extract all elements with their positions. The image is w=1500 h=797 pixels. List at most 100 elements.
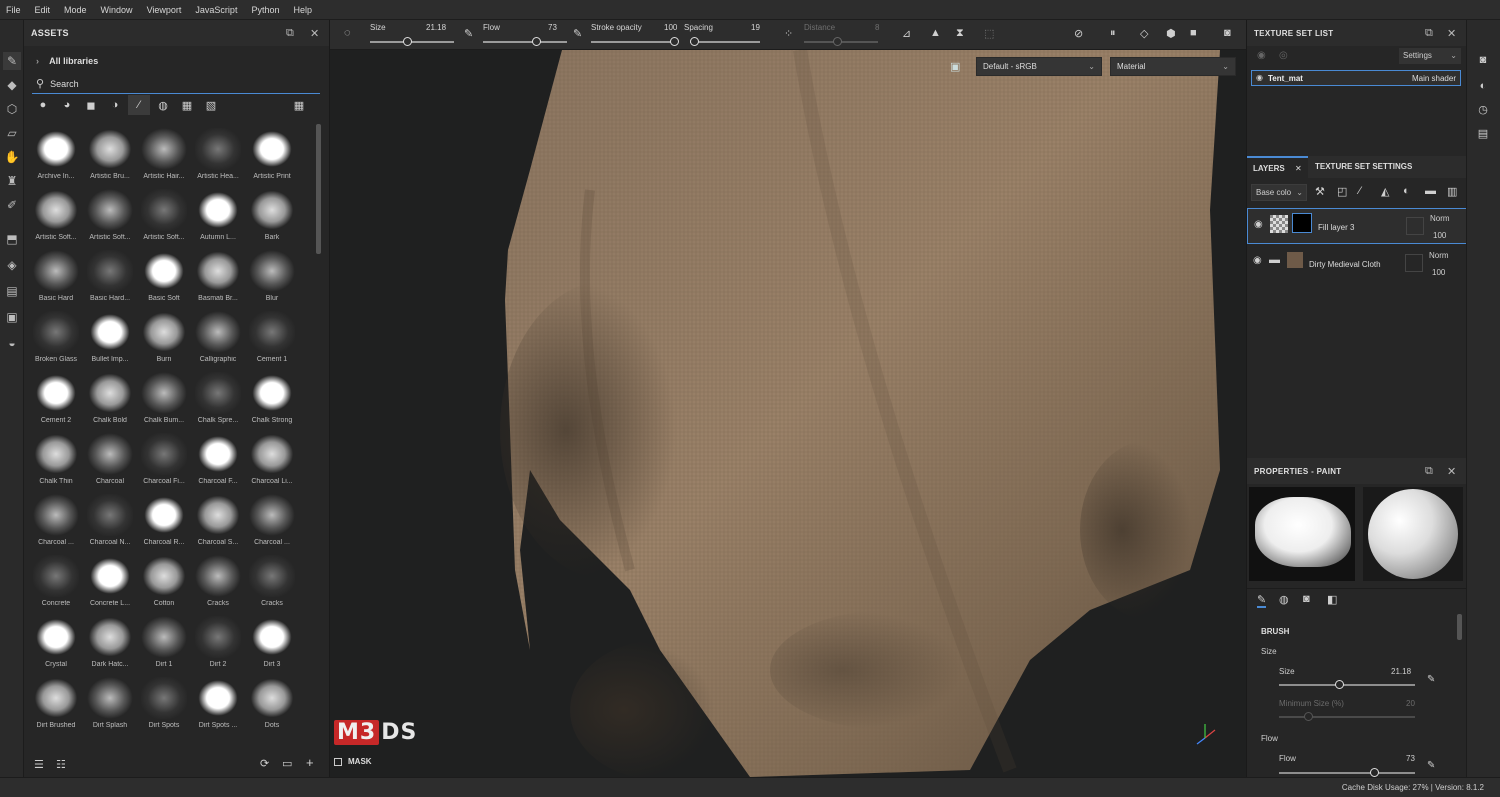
properties-scrollbar[interactable] <box>1457 614 1462 640</box>
stroke-opacity-value[interactable]: 100 <box>664 23 677 32</box>
angle-icon[interactable]: ⊿ <box>902 27 911 40</box>
shader-name[interactable]: Main shader <box>1412 74 1456 83</box>
clone-stamp-icon[interactable]: ♜ <box>3 172 21 190</box>
paint-brush-icon[interactable]: ✎ <box>3 52 21 70</box>
prop-size-handle[interactable] <box>1335 680 1344 689</box>
brush-shape-icon[interactable]: ◌ <box>344 27 351 39</box>
folder-icon[interactable]: ▭ <box>282 757 292 770</box>
brush-item[interactable]: Dirt 3 <box>246 612 299 673</box>
smudge-icon[interactable]: ✋ <box>3 148 21 166</box>
color-picker-icon[interactable]: ✐ <box>3 196 21 214</box>
filter-mask-icon[interactable]: ◼ <box>80 95 102 115</box>
filter-environment-icon[interactable]: ▧ <box>200 95 222 115</box>
tab-layers[interactable]: LAYERS ✕ <box>1247 156 1308 178</box>
material-tab-icon[interactable]: ◧ <box>1327 593 1337 606</box>
close-icon[interactable]: ✕ <box>1295 164 1302 173</box>
symmetry-icon[interactable]: ▲ <box>930 27 941 39</box>
projection-icon[interactable]: ⬡ <box>3 100 21 118</box>
brush-item[interactable]: Artistic Soft... <box>30 185 83 246</box>
text-icon[interactable]: ▣ <box>3 308 21 326</box>
brush-item[interactable]: Basmati Br... <box>192 246 245 307</box>
brush-item[interactable]: Basic Hard <box>30 246 83 307</box>
texture-set-icon[interactable]: ◙ <box>1475 52 1491 68</box>
brush-item[interactable]: Dirt Brushed <box>30 673 83 734</box>
menu-edit[interactable]: Edit <box>35 5 51 15</box>
flow-pressure-icon[interactable]: ✎ <box>573 27 582 40</box>
grid-view-icon[interactable]: ▦ <box>288 95 310 115</box>
brush-item[interactable]: Charcoal ... <box>246 490 299 551</box>
uv-icon[interactable]: ▤ <box>3 282 21 300</box>
brush-item[interactable]: Charcoal Fi... <box>138 429 191 490</box>
assets-scrollbar[interactable] <box>316 124 321 254</box>
brush-item[interactable]: Autumn L... <box>192 185 245 246</box>
folder-icon[interactable]: ▬ <box>1425 185 1436 197</box>
channel-dropdown[interactable]: Base colo ⌄ <box>1251 184 1307 201</box>
menu-file[interactable]: File <box>6 5 21 15</box>
flow-slider-handle[interactable] <box>532 37 541 46</box>
menu-python[interactable]: Python <box>251 5 279 15</box>
brush-item[interactable]: Cracks <box>246 551 299 612</box>
flow-slider[interactable] <box>483 41 567 43</box>
eye-icon[interactable]: ◉ <box>1256 73 1263 82</box>
stroke-opacity-handle[interactable] <box>670 37 679 46</box>
brush-item[interactable]: Charcoal R... <box>138 490 191 551</box>
brush-tab-icon[interactable]: ✎ <box>1257 593 1267 608</box>
render-mode-dropdown[interactable]: Material ⌄ <box>1110 57 1236 76</box>
undock-icon[interactable]: ⧉ <box>286 27 294 40</box>
brush-item[interactable]: Dots <box>246 673 299 734</box>
add-icon[interactable]: + <box>306 755 314 770</box>
brush-item[interactable]: Charcoal S... <box>192 490 245 551</box>
brush-item[interactable]: Charcoal <box>84 429 137 490</box>
mask-toggle[interactable]: MASK <box>334 757 372 766</box>
brush-item[interactable]: Artistic Bru... <box>84 124 137 185</box>
library-selector[interactable]: › All libraries <box>36 56 98 66</box>
brush-item[interactable]: Chalk Strong <box>246 368 299 429</box>
search-input[interactable] <box>50 78 301 89</box>
layer-material-icon[interactable]: ◈ <box>3 256 21 274</box>
brush-item[interactable]: Calligraphic <box>192 307 245 368</box>
brush-item[interactable]: Basic Soft <box>138 246 191 307</box>
brush-item[interactable]: Artistic Print <box>246 124 299 185</box>
size-slider[interactable] <box>370 41 454 43</box>
brush-item[interactable]: Charcoal N... <box>84 490 137 551</box>
close-icon[interactable]: ✕ <box>1447 465 1456 478</box>
3d-viewport[interactable]: ▣ Default - sRGB ⌄ Material ⌄ M3 DS MASK <box>330 50 1246 777</box>
prop-flow-handle[interactable] <box>1370 768 1379 777</box>
brush-item[interactable]: Charcoal ... <box>30 490 83 551</box>
eraser-icon[interactable]: ◆ <box>3 76 21 94</box>
flow-value[interactable]: 73 <box>548 23 557 32</box>
size-value[interactable]: 21.18 <box>426 23 446 32</box>
layer-name[interactable]: Dirty Medieval Cloth <box>1309 260 1381 269</box>
add-paint-layer-icon[interactable]: ⁄ <box>1359 185 1361 197</box>
layer-opacity[interactable]: 100 <box>1432 268 1445 277</box>
display-icon[interactable]: ◐ <box>1475 78 1491 94</box>
brush-item[interactable]: Dirt 2 <box>192 612 245 673</box>
spacing-slider-handle[interactable] <box>690 37 699 46</box>
colorspace-dropdown[interactable]: Default - sRGB ⌄ <box>976 57 1102 76</box>
delete-icon[interactable]: ▥ <box>1447 185 1457 198</box>
blend-mode[interactable]: Norm <box>1430 214 1450 223</box>
brush-item[interactable]: Artistic Hea... <box>192 124 245 185</box>
close-icon[interactable]: ✕ <box>1447 27 1456 40</box>
brush-alpha-preview[interactable] <box>1249 487 1355 581</box>
mask-checkbox[interactable] <box>334 757 342 766</box>
filter-smart-mask-icon[interactable]: ◑ <box>104 95 126 115</box>
view-options-icon[interactable]: ☷ <box>56 758 66 771</box>
brush-item[interactable]: Dirt Spots ... <box>192 673 245 734</box>
layer-mask-thumbnail[interactable] <box>1292 213 1312 233</box>
refresh-icon[interactable]: ⟳ <box>260 757 269 770</box>
blend-mode[interactable]: Norm <box>1429 251 1449 260</box>
stroke-opacity-slider[interactable] <box>591 41 677 43</box>
pause-icon[interactable]: ⏸ <box>1110 27 1116 40</box>
size-slider-handle[interactable] <box>403 37 412 46</box>
spacing-value[interactable]: 19 <box>751 23 760 32</box>
brush-item[interactable]: Chalk Thin <box>30 429 83 490</box>
menu-viewport[interactable]: Viewport <box>147 5 182 15</box>
pen-pressure-icon[interactable]: ✎ <box>1427 674 1435 685</box>
brush-item[interactable]: Charcoal Li... <box>246 429 299 490</box>
filter-particle-icon[interactable]: ◍ <box>152 95 174 115</box>
history-icon[interactable]: ◷ <box>1475 102 1491 118</box>
prop-flow-value[interactable]: 73 <box>1406 754 1415 763</box>
add-effect-icon[interactable]: ⚒ <box>1315 185 1325 198</box>
undock-icon[interactable]: ⧉ <box>1425 465 1433 478</box>
